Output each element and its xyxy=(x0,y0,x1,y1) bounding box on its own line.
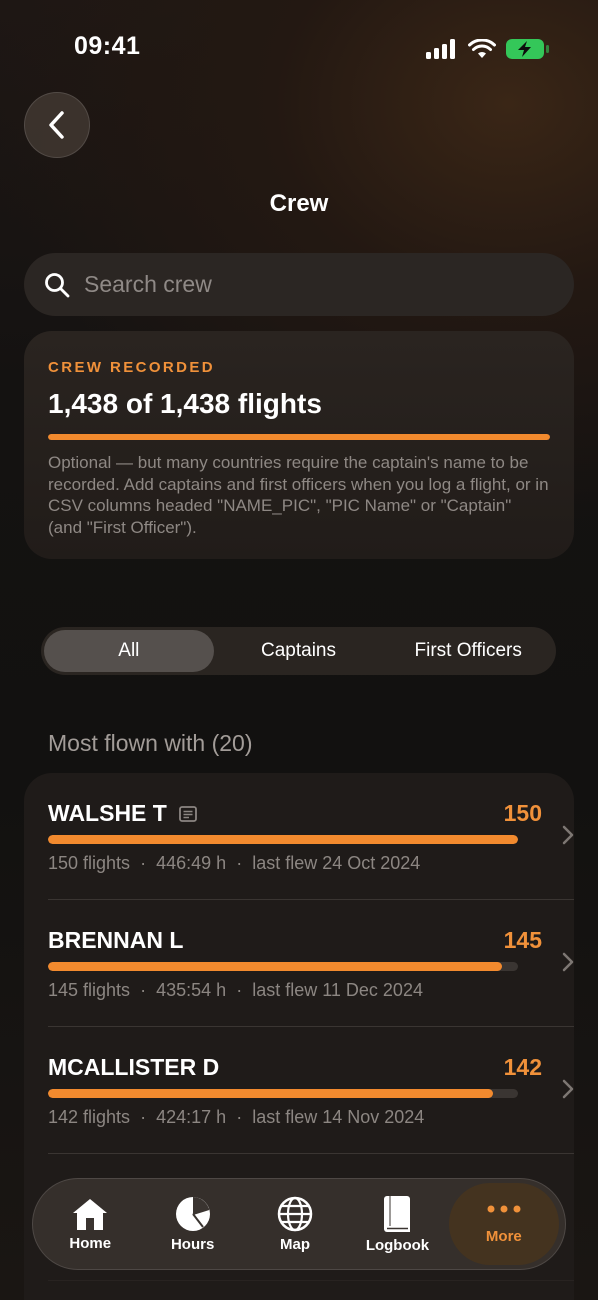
status-bar: 09:41 xyxy=(0,0,598,96)
search-bar[interactable] xyxy=(24,253,574,316)
crew-meta-hours: 446:49 h xyxy=(156,853,227,873)
crew-meta-last-flew: last flew 24 Oct 2024 xyxy=(252,853,421,873)
crew-row[interactable]: MCALLISTER D 142 142 flights · 424:17 h … xyxy=(48,1027,574,1154)
crew-flight-count: 150 xyxy=(503,800,542,826)
status-icons xyxy=(426,38,550,60)
tab-label: Hours xyxy=(170,1235,215,1253)
crew-meta-last-flew: last flew 14 Nov 2024 xyxy=(252,1107,425,1127)
chevron-right-icon xyxy=(562,825,574,845)
battery-charging-icon xyxy=(506,39,549,59)
tab-label: Map xyxy=(280,1235,311,1253)
tab-logbook[interactable]: Logbook xyxy=(346,1183,448,1265)
tab-home[interactable]: Home xyxy=(39,1183,141,1265)
meta-separator: · xyxy=(236,853,243,873)
search-icon xyxy=(45,272,70,297)
tab-map[interactable]: Map xyxy=(244,1183,346,1265)
crew-meta-flights: 145 flights xyxy=(48,980,131,1000)
crew-recorded-progress-fill xyxy=(48,434,550,440)
tab-label: Home xyxy=(69,1234,112,1252)
crew-name: BRENNAN L xyxy=(48,927,183,954)
crew-name: MCALLISTER D xyxy=(48,1054,219,1081)
crew-flight-count: 145 xyxy=(503,927,542,953)
crew-flight-count: 142 xyxy=(503,1054,542,1080)
crew-bar-fill xyxy=(48,835,518,844)
crew-recorded-eyebrow: CREW RECORDED xyxy=(48,359,216,376)
book-icon xyxy=(384,1195,411,1232)
home-icon xyxy=(73,1198,108,1230)
crew-meta: 145 flights · 435:54 h · last flew 11 De… xyxy=(48,980,423,1001)
tab-label: More xyxy=(485,1227,522,1245)
crew-recorded-value: 1,438 of 1,438 flights xyxy=(48,388,322,419)
chevron-right-icon xyxy=(562,1079,574,1099)
segment-all[interactable]: All xyxy=(44,630,214,672)
crew-filter-segmented-control: All Captains First Officers xyxy=(41,627,556,675)
segment-captains[interactable]: Captains xyxy=(214,630,384,672)
crew-row[interactable]: WALSHE T 150 150 flights · 446:49 h · la… xyxy=(48,773,574,900)
meta-separator: · xyxy=(236,1107,243,1127)
crew-meta: 150 flights · 446:49 h · last flew 24 Oc… xyxy=(48,853,420,874)
crew-bar-fill xyxy=(48,962,503,971)
pie-chart-icon xyxy=(175,1196,210,1231)
tab-hours[interactable]: Hours xyxy=(141,1183,243,1265)
globe-icon xyxy=(277,1196,313,1231)
crew-name: WALSHE T xyxy=(48,800,197,827)
more-icon xyxy=(487,1205,521,1212)
crew-bar-fill xyxy=(48,1089,494,1098)
tab-label: Logbook xyxy=(365,1236,430,1254)
crew-recorded-card: CREW RECORDED 1,438 of 1,438 flights Opt… xyxy=(24,331,574,559)
crew-row[interactable]: BRENNAN L 145 145 flights · 435:54 h · l… xyxy=(48,900,574,1027)
wifi-icon xyxy=(468,39,496,58)
tab-more[interactable]: More xyxy=(448,1183,559,1265)
crew-recorded-progress xyxy=(48,434,550,440)
crew-meta: 142 flights · 424:17 h · last flew 14 No… xyxy=(48,1107,424,1128)
chevron-left-icon xyxy=(49,111,64,139)
meta-separator: · xyxy=(140,1107,147,1127)
section-header: Most flown with (20) xyxy=(48,730,253,756)
crew-meta-flights: 142 flights xyxy=(48,1107,131,1127)
meta-separator: · xyxy=(140,980,147,1000)
crew-meta-last-flew: last flew 11 Dec 2024 xyxy=(252,980,423,1000)
crew-meta-hours: 424:17 h xyxy=(156,1107,227,1127)
status-time: 09:41 xyxy=(74,32,141,60)
crew-name-text: MCALLISTER D xyxy=(48,1054,220,1080)
cellular-signal-icon xyxy=(426,39,455,59)
segment-first-officers[interactable]: First Officers xyxy=(383,630,553,672)
crew-name-text: BRENNAN L xyxy=(48,927,184,953)
crew-bar xyxy=(48,962,518,971)
meta-separator: · xyxy=(236,980,243,1000)
meta-separator: · xyxy=(140,853,147,873)
chevron-right-icon xyxy=(562,952,574,972)
crew-meta-hours: 435:54 h xyxy=(156,980,227,1000)
crew-name-text: WALSHE T xyxy=(48,800,167,826)
crew-meta-flights: 150 flights xyxy=(48,853,131,873)
crew-bar xyxy=(48,835,518,844)
crew-bar xyxy=(48,1089,518,1098)
note-icon xyxy=(178,805,197,822)
back-button[interactable] xyxy=(24,92,90,158)
tab-bar: Home Hours Map Logbook More xyxy=(32,1178,566,1270)
search-input[interactable] xyxy=(84,271,524,298)
crew-recorded-note: Optional — but many countries require th… xyxy=(48,453,549,537)
page-title: Crew xyxy=(269,190,329,217)
